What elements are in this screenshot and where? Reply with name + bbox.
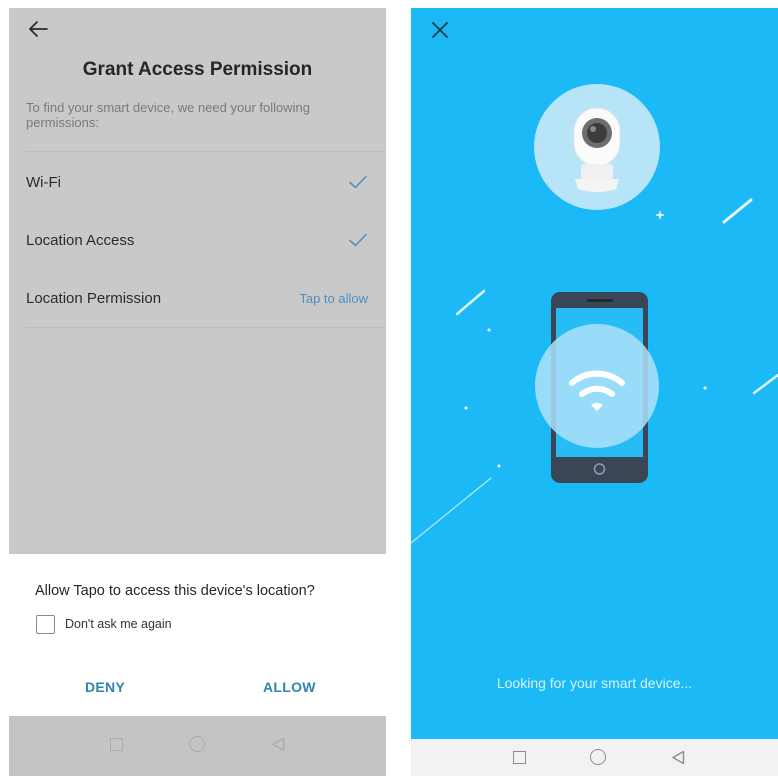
- divider: [26, 151, 386, 152]
- location-permission-dialog: Allow Tapo to access this device's locat…: [9, 554, 386, 716]
- device-search-screen: Looking for your smart device...: [411, 8, 778, 776]
- recent-apps-icon[interactable]: [110, 738, 123, 751]
- deny-button[interactable]: DENY: [85, 679, 125, 695]
- allow-button[interactable]: ALLOW: [263, 679, 316, 695]
- permission-label: Location Permission: [26, 289, 162, 307]
- recent-apps-icon[interactable]: [513, 751, 526, 764]
- permission-label: Location Access: [26, 231, 135, 249]
- camera-icon: [534, 84, 660, 210]
- dont-ask-again-checkbox[interactable]: [36, 615, 55, 634]
- nav-back-icon[interactable]: [671, 750, 685, 765]
- home-circle-icon[interactable]: [189, 736, 205, 752]
- permission-screen: Grant Access Permission To find your sma…: [9, 8, 386, 776]
- checkmark-icon: [349, 175, 367, 189]
- permission-description: To find your smart device, we need your …: [26, 100, 310, 130]
- back-arrow-icon[interactable]: [27, 18, 49, 40]
- navigation-bar: [411, 739, 778, 776]
- navigation-bar: [9, 716, 386, 776]
- permission-label: Wi-Fi: [26, 173, 61, 191]
- divider: [26, 327, 386, 328]
- permission-row-location-permission: Location Permission Tap to allow: [26, 269, 368, 327]
- search-status-text: Looking for your smart device...: [496, 675, 693, 691]
- dont-ask-again-label[interactable]: Don't ask me again: [65, 617, 172, 631]
- wifi-icon: [535, 324, 659, 448]
- checkmark-icon: [349, 233, 367, 247]
- home-circle-icon[interactable]: [590, 749, 606, 765]
- permission-row-location-access: Location Access: [26, 211, 368, 269]
- searching-illustration: [411, 84, 778, 544]
- dialog-title: Allow Tapo to access this device's locat…: [35, 583, 315, 599]
- permission-row-wifi: Wi-Fi: [26, 153, 368, 211]
- nav-back-icon[interactable]: [271, 737, 285, 752]
- page-title: Grant Access Permission: [82, 59, 313, 80]
- tap-to-allow-link[interactable]: Tap to allow: [299, 291, 368, 306]
